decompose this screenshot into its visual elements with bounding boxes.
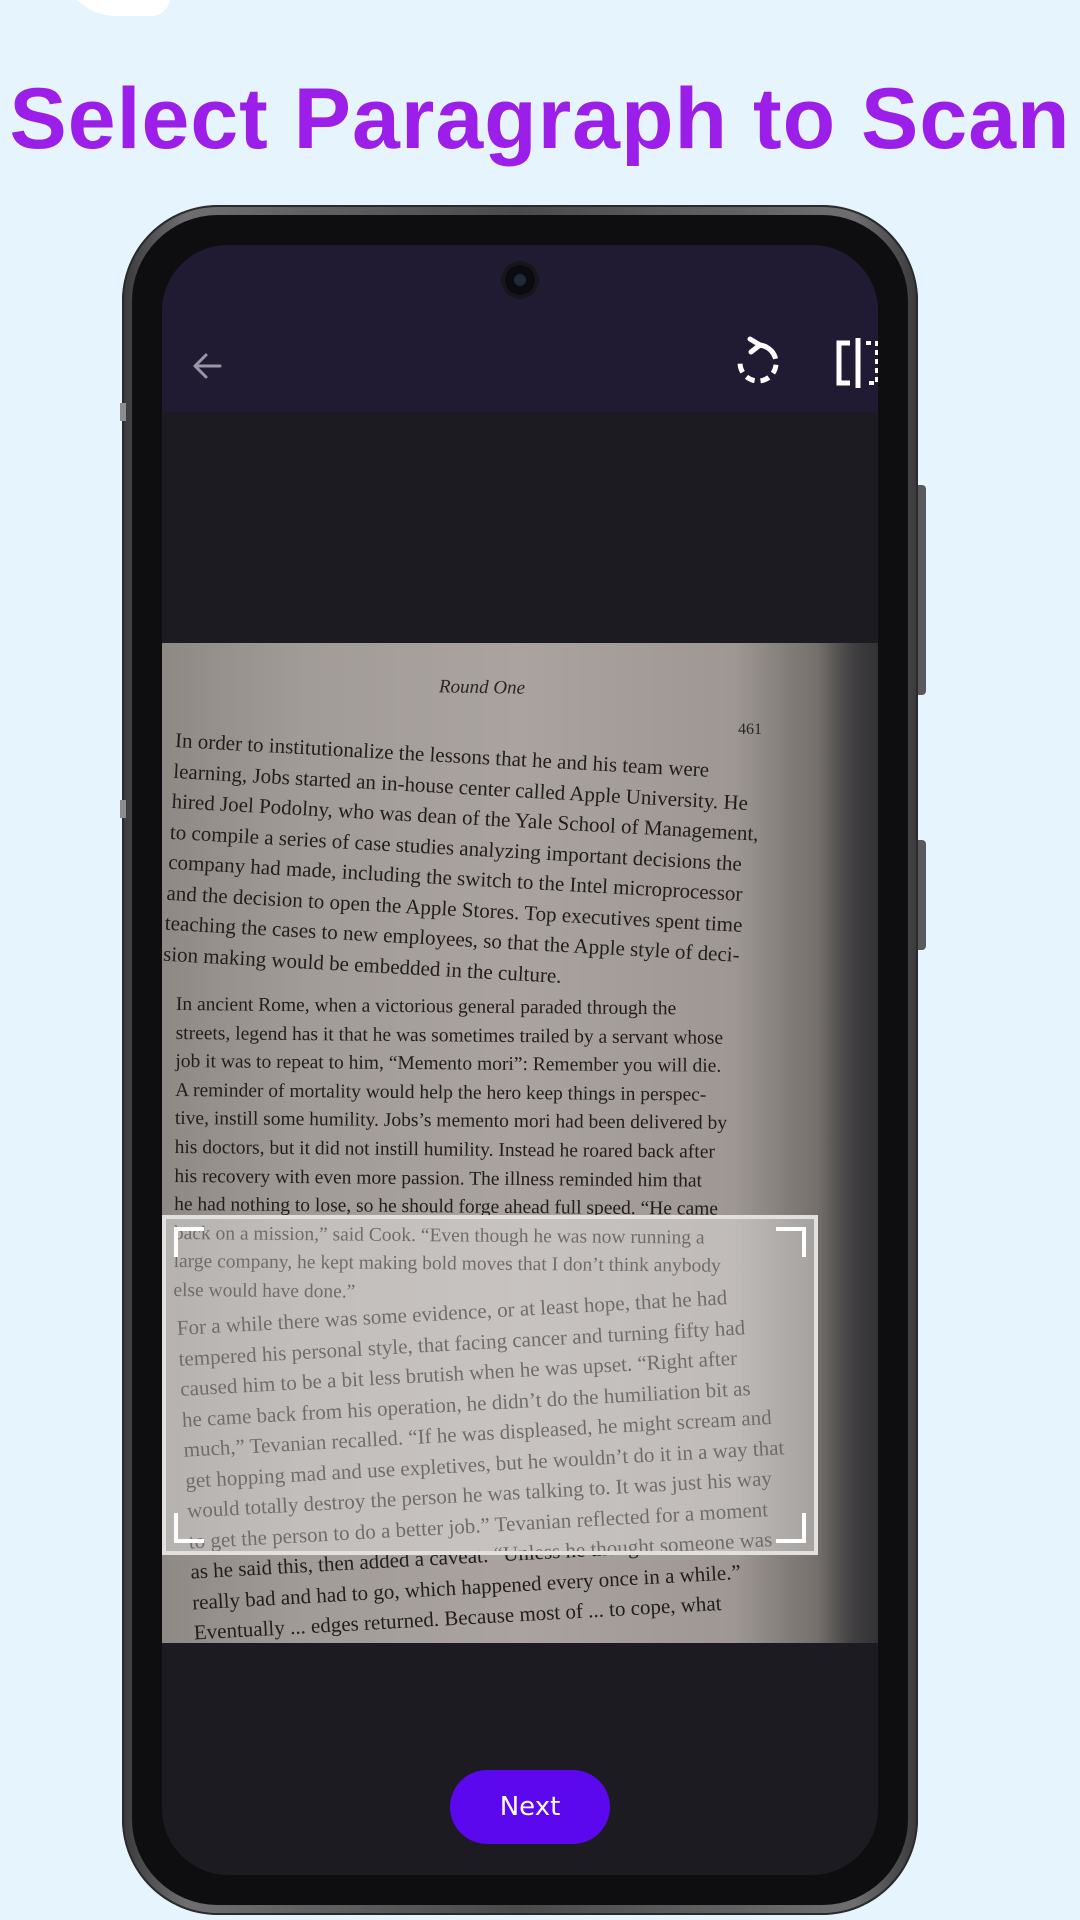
paragraph-selection-box[interactable] — [162, 1215, 818, 1555]
phone-bezel: Round One 461 In order to institutionali… — [132, 215, 908, 1905]
compare-button[interactable] — [830, 335, 878, 391]
volume-button — [918, 485, 926, 695]
app-toolbar — [162, 245, 878, 412]
next-button[interactable]: Next — [450, 1770, 610, 1844]
arrow-left-icon — [193, 353, 222, 379]
page-headline: Select Paragraph to Scan — [9, 71, 1071, 167]
phone-frame: Round One 461 In order to institutionali… — [120, 205, 926, 1915]
paragraph-top: In order to institutionalize the lessons… — [162, 725, 775, 1002]
power-button — [918, 840, 926, 950]
rotate-clockwise-icon — [737, 336, 779, 384]
text-line: In ancient Rome, when a victorious gener… — [175, 993, 677, 1020]
page-header-text: Round One — [438, 676, 526, 699]
decorative-corner-shape — [60, 0, 170, 16]
phone-screen: Round One 461 In order to institutionali… — [162, 245, 878, 1875]
crop-handle-bottom-left[interactable] — [174, 1513, 204, 1543]
frame-mark — [120, 800, 126, 818]
crop-handle-top-right[interactable] — [776, 1227, 806, 1257]
text-line: his doctors, but it did not instill humi… — [174, 1136, 716, 1163]
crop-handle-top-left[interactable] — [174, 1227, 204, 1257]
front-camera — [505, 265, 535, 295]
page-number: 461 — [738, 721, 762, 738]
back-button[interactable] — [182, 341, 232, 391]
crop-handle-bottom-right[interactable] — [776, 1513, 806, 1543]
rotate-button[interactable] — [730, 335, 786, 391]
split-compare-icon — [836, 338, 878, 388]
frame-mark — [120, 403, 126, 421]
